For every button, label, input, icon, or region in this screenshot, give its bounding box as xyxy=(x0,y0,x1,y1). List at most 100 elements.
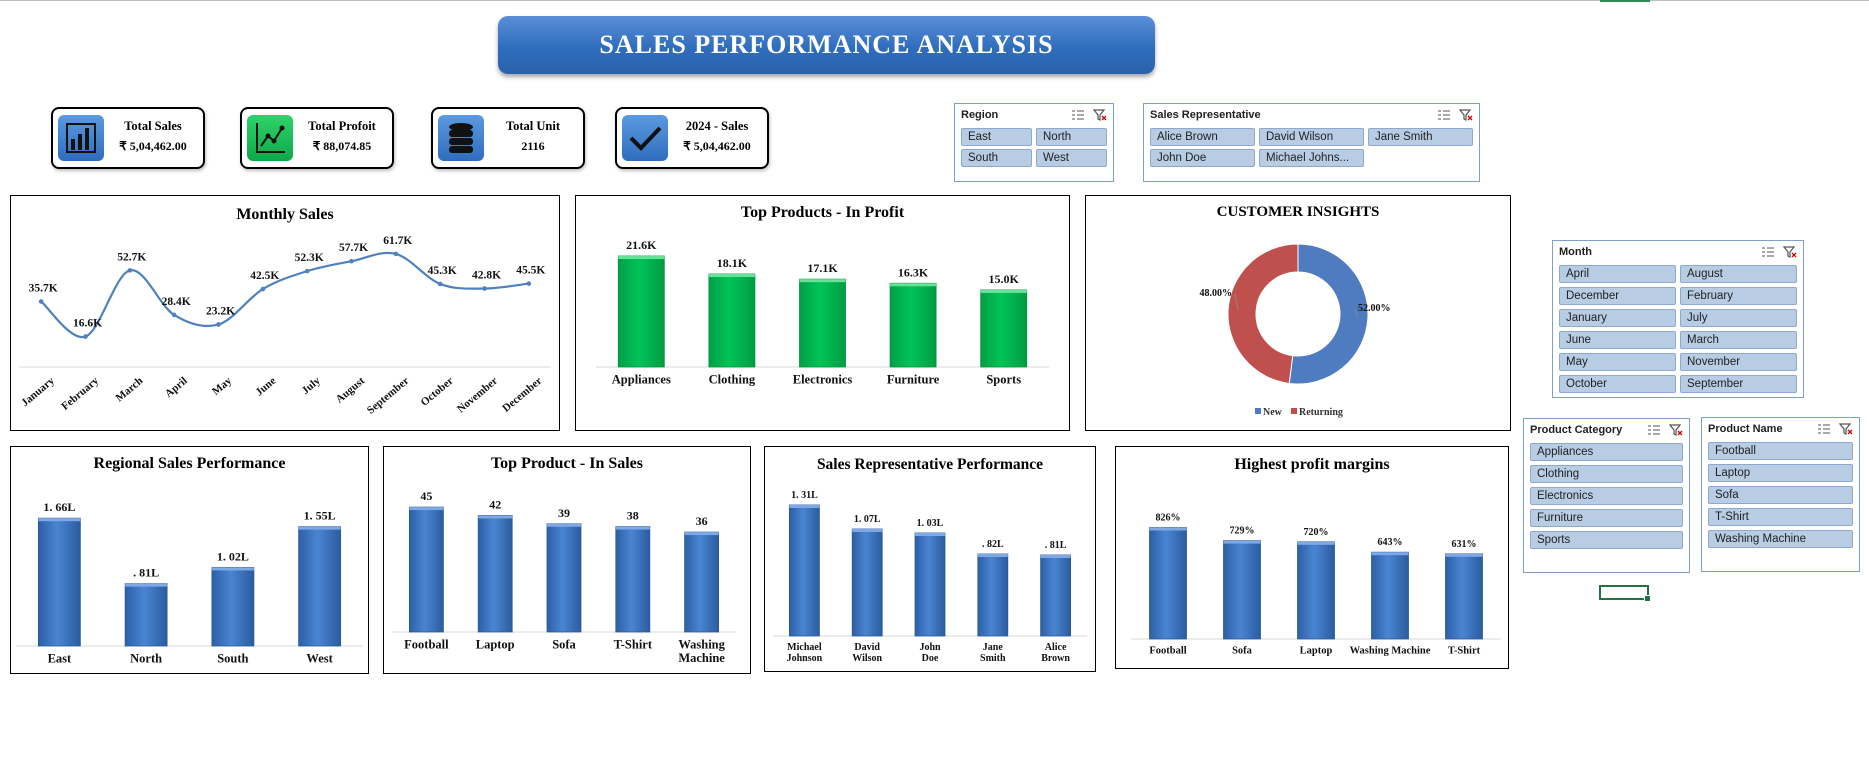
category-label: East xyxy=(48,652,72,666)
bar-top-highlight xyxy=(1445,553,1483,557)
kpi-total-sales: Total Sales ₹ 5,04,462.00 xyxy=(51,107,205,169)
multi-select-icon[interactable] xyxy=(1071,109,1085,121)
slicer-item-month[interactable]: March xyxy=(1680,331,1797,349)
slicer-item-month[interactable]: July xyxy=(1680,309,1797,327)
clear-filter-icon[interactable] xyxy=(1839,423,1853,435)
data-label: 28.4K xyxy=(162,296,191,308)
data-label: 17.1K xyxy=(807,261,838,275)
slicer-item-month[interactable]: February xyxy=(1680,287,1797,305)
slicer-item-category[interactable]: Furniture xyxy=(1530,509,1683,527)
category-label: April xyxy=(163,375,190,400)
top-products-profit-panel: Top Products - In Profit 21.6K Appliances… xyxy=(575,195,1070,431)
bar xyxy=(1445,553,1483,640)
data-label: 45 xyxy=(420,489,432,503)
bar-top-highlight xyxy=(409,507,444,511)
legend-label: Returning xyxy=(1299,407,1343,418)
multi-select-icon[interactable] xyxy=(1647,424,1661,436)
slicer-item-product[interactable]: Sofa xyxy=(1708,486,1853,504)
slicer-item-category[interactable]: Clothing xyxy=(1530,465,1683,483)
slicer-item-category[interactable]: Electronics xyxy=(1530,487,1683,505)
category-label: August xyxy=(334,375,368,406)
category-label: Football xyxy=(1149,646,1186,657)
category-label: Football xyxy=(404,638,449,652)
category-label: Electronics xyxy=(793,373,853,387)
active-column-indicator xyxy=(1600,0,1650,2)
slicer-item-category[interactable]: Appliances xyxy=(1530,443,1683,461)
data-label: 1. 31L xyxy=(791,490,818,501)
slicer-product-category: Product Category Appliances Clothing Ele… xyxy=(1523,418,1690,573)
clear-filter-icon[interactable] xyxy=(1783,246,1797,258)
category-label: Michael xyxy=(787,642,822,653)
bar xyxy=(1297,541,1335,640)
slicer-item-month[interactable]: August xyxy=(1680,265,1797,283)
category-label: November xyxy=(455,375,500,416)
data-label: 52.00% xyxy=(1358,303,1391,314)
top-product-sales-chart: 45 Football 42 Laptop 39 Sofa 38 T-Shirt 36 Washi… xyxy=(392,489,736,665)
data-label: 61.7K xyxy=(383,235,412,247)
bar xyxy=(211,567,255,647)
data-point xyxy=(349,258,354,264)
bar-top-highlight xyxy=(977,554,1008,557)
slicer-item-month[interactable]: May xyxy=(1559,353,1676,371)
slicer-item-month[interactable]: November xyxy=(1680,353,1797,371)
slicer-item-month[interactable]: October xyxy=(1559,375,1676,393)
slicer-item-month[interactable]: December xyxy=(1559,287,1676,305)
slicer-item-month[interactable]: September xyxy=(1680,375,1797,393)
data-label: . 81L xyxy=(133,566,159,580)
clear-filter-icon[interactable] xyxy=(1459,109,1473,121)
customer-insights-panel: CUSTOMER INSIGHTS 52.00% 48.00% New Returni… xyxy=(1085,195,1511,431)
data-point xyxy=(393,251,399,257)
kpi-total-unit: Total Unit 2116 xyxy=(431,107,585,169)
kpi-total-profit: Total Profoit ₹ 88,074.85 xyxy=(240,107,394,169)
data-label: 1. 03L xyxy=(917,518,944,529)
slicer-item-product[interactable]: Laptop xyxy=(1708,464,1853,482)
bar-top-highlight xyxy=(1223,540,1261,544)
bar-top-highlight xyxy=(38,518,81,522)
slicer-item-east[interactable]: East xyxy=(961,128,1032,146)
selected-cell[interactable] xyxy=(1599,585,1651,602)
fill-handle[interactable] xyxy=(1644,595,1651,602)
bar-top-highlight xyxy=(915,533,945,536)
slicer-item-david-wilson[interactable]: David Wilson xyxy=(1259,128,1364,146)
data-label: 21.6K xyxy=(626,238,657,252)
kpi-label: Total Unit xyxy=(505,119,561,133)
slicer-item-product[interactable]: Washing Machine xyxy=(1708,530,1853,548)
slicer-item-west[interactable]: West xyxy=(1036,149,1107,167)
data-label: 23.2K xyxy=(206,305,235,317)
slicer-item-month[interactable]: June xyxy=(1559,331,1676,349)
sales-rep-performance-chart: 1. 31L MichaelJohnson 1. 07L DavidWilson 1. … xyxy=(773,490,1087,664)
category-label: May xyxy=(210,375,234,398)
bar-top-highlight xyxy=(211,567,254,571)
multi-select-icon[interactable] xyxy=(1817,423,1831,435)
slicer-item-month[interactable]: January xyxy=(1559,309,1676,327)
slicer-item-jane-smith[interactable]: Jane Smith xyxy=(1368,128,1473,146)
slicer-item-product[interactable]: T-Shirt xyxy=(1708,508,1853,526)
category-label: Sports xyxy=(986,373,1021,387)
customer-insights-chart: 52.00% 48.00% New Returning xyxy=(1200,243,1391,418)
slicer-item-michael-johnson[interactable]: Michael Johns... xyxy=(1259,149,1364,167)
category-label: Washing Machine xyxy=(1350,646,1431,657)
slicer-item-south[interactable]: South xyxy=(961,149,1032,167)
category-label: Clothing xyxy=(709,373,756,387)
category-label: Laptop xyxy=(1300,646,1333,657)
category-label: July xyxy=(300,375,324,397)
bar-top-highlight xyxy=(684,532,719,536)
category-label: David xyxy=(854,642,880,653)
multi-select-icon[interactable] xyxy=(1761,246,1775,258)
category-label: John xyxy=(919,642,941,653)
slicer-item-month[interactable]: April xyxy=(1559,265,1676,283)
slicer-item-category[interactable]: Sports xyxy=(1530,531,1683,549)
category-label: Laptop xyxy=(476,638,515,652)
slicer-item-product[interactable]: Football xyxy=(1708,442,1853,460)
category-label: October xyxy=(419,375,456,409)
checkmark-icon xyxy=(622,115,668,161)
data-label: 1. 66L xyxy=(43,500,75,514)
slicer-item-north[interactable]: North xyxy=(1036,128,1107,146)
sales-rep-performance-panel: Sales Representative Performance 1. 31L M… xyxy=(764,446,1096,672)
clear-filter-icon[interactable] xyxy=(1093,109,1107,121)
monthly-sales-chart: 35.7K January 16.6K February 52.7K March 28.4K… xyxy=(19,235,551,417)
slicer-item-alice-brown[interactable]: Alice Brown xyxy=(1150,128,1255,146)
clear-filter-icon[interactable] xyxy=(1669,424,1683,436)
multi-select-icon[interactable] xyxy=(1437,109,1451,121)
slicer-item-john-doe[interactable]: John Doe xyxy=(1150,149,1255,167)
